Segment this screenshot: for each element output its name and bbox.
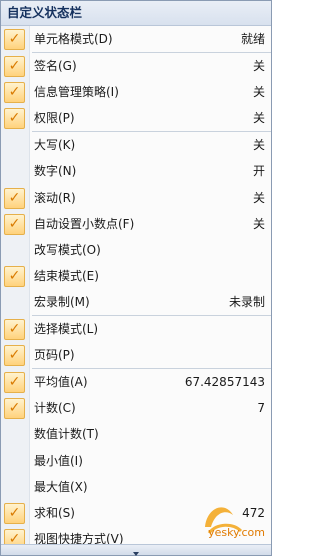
- checkmark-icon: ✓: [4, 502, 25, 524]
- menu-item-value: 关: [252, 59, 265, 74]
- menu-item-label: 大写(K): [34, 138, 76, 153]
- menu-item[interactable]: 宏录制(M) 未录制: [1, 289, 271, 315]
- menu-item[interactable]: 大写(K) 关: [1, 132, 271, 158]
- menu-item-label: 单元格模式(D): [34, 32, 113, 46]
- menu-item-label: 平均值(A): [34, 375, 88, 390]
- menu-item-value: 关: [252, 111, 265, 126]
- checkmark-icon: ✓: [4, 345, 25, 367]
- checkmark-icon: ✓: [4, 29, 25, 50]
- menu-item[interactable]: ✓ 自动设置小数点(F) 关: [1, 211, 271, 237]
- menu-item-value: 就绪: [240, 32, 265, 46]
- menu-item-value: 67.42857143: [184, 375, 265, 390]
- checkmark-icon: ✓: [4, 187, 25, 209]
- menu-item-label: 签名(G): [34, 59, 77, 74]
- checkmark-icon: ✓: [4, 108, 25, 130]
- checkmark-icon: ✓: [4, 398, 25, 420]
- menu-items: ✓ 单元格模式(D) 就绪 ✓ 签名(G) 关 ✓ 信息管理策略(I) 关 ✓ 权限(P) 关大写(K…: [1, 26, 271, 552]
- menu-item-label: 最小值(I): [34, 453, 83, 468]
- menu-item-value: 关: [252, 85, 265, 100]
- menu-item[interactable]: ✓ 签名(G) 关: [1, 53, 271, 79]
- menu-item[interactable]: ✓ 平均值(A) 67.42857143: [1, 369, 271, 395]
- menu-item-label: 求和(S): [34, 505, 75, 520]
- menu-item[interactable]: ✓ 滚动(R) 关: [1, 185, 271, 211]
- menu-item-label: 计数(C): [34, 401, 76, 416]
- menu-item[interactable]: ✓ 单元格模式(D) 就绪: [1, 26, 271, 52]
- checkmark-icon: ✓: [4, 265, 25, 287]
- menu-item-value: 7: [257, 401, 265, 416]
- menu-item[interactable]: ✓ 信息管理策略(I) 关: [1, 79, 271, 105]
- menu-item-value: 关: [252, 216, 265, 231]
- menu-item[interactable]: ✓ 页码(P): [1, 342, 271, 368]
- menu-item-value: 关: [252, 138, 265, 153]
- status-bar-customize-menu: 自定义状态栏 ✓ 单元格模式(D) 就绪 ✓ 签名(G) 关 ✓ 信息管理策略(I) 关 ✓ 权限(…: [0, 0, 272, 556]
- menu-item[interactable]: ✓ 计数(C) 7: [1, 395, 271, 421]
- menu-item-label: 宏录制(M): [34, 294, 90, 309]
- menu-item-label: 选择模式(L): [34, 322, 99, 337]
- menu-item-value: 开: [252, 164, 265, 179]
- menu-item-value: 关: [252, 190, 265, 205]
- menu-item-label: 数字(N): [34, 164, 77, 179]
- checkmark-icon: ✓: [4, 372, 25, 394]
- menu-item-label: 改写模式(O): [34, 242, 101, 257]
- menu-item[interactable]: ✓ 选择模式(L): [1, 316, 271, 342]
- menu-item[interactable]: 数字(N) 开: [1, 158, 271, 184]
- menu-item[interactable]: 数值计数(T): [1, 421, 271, 447]
- menu-item[interactable]: ✓ 权限(P) 关: [1, 105, 271, 131]
- menu-item-label: 页码(P): [34, 348, 75, 363]
- checkmark-icon: ✓: [4, 56, 25, 78]
- menu-item-label: 自动设置小数点(F): [34, 216, 135, 231]
- menu-item-label: 最大值(X): [34, 479, 88, 494]
- menu-title: 自定义状态栏: [1, 1, 271, 26]
- scroll-down-button[interactable]: [1, 544, 271, 556]
- checkmark-icon: ✓: [4, 82, 25, 104]
- checkmark-icon: ✓: [4, 319, 25, 341]
- menu-item-label: 信息管理策略(I): [34, 85, 119, 100]
- menu-item[interactable]: 最小值(I): [1, 448, 271, 474]
- watermark-site: yesky.com: [208, 526, 265, 539]
- chevron-down-icon: [133, 552, 139, 556]
- menu-item-value: 未录制: [228, 294, 265, 309]
- menu-item[interactable]: ✓ 结束模式(E): [1, 263, 271, 289]
- menu-item-label: 滚动(R): [34, 190, 76, 205]
- menu-item[interactable]: 改写模式(O): [1, 237, 271, 263]
- menu-item-label: 权限(P): [34, 111, 75, 126]
- menu-item-label: 结束模式(E): [34, 268, 99, 283]
- menu-item-label: 数值计数(T): [34, 427, 99, 442]
- checkmark-icon: ✓: [4, 213, 25, 235]
